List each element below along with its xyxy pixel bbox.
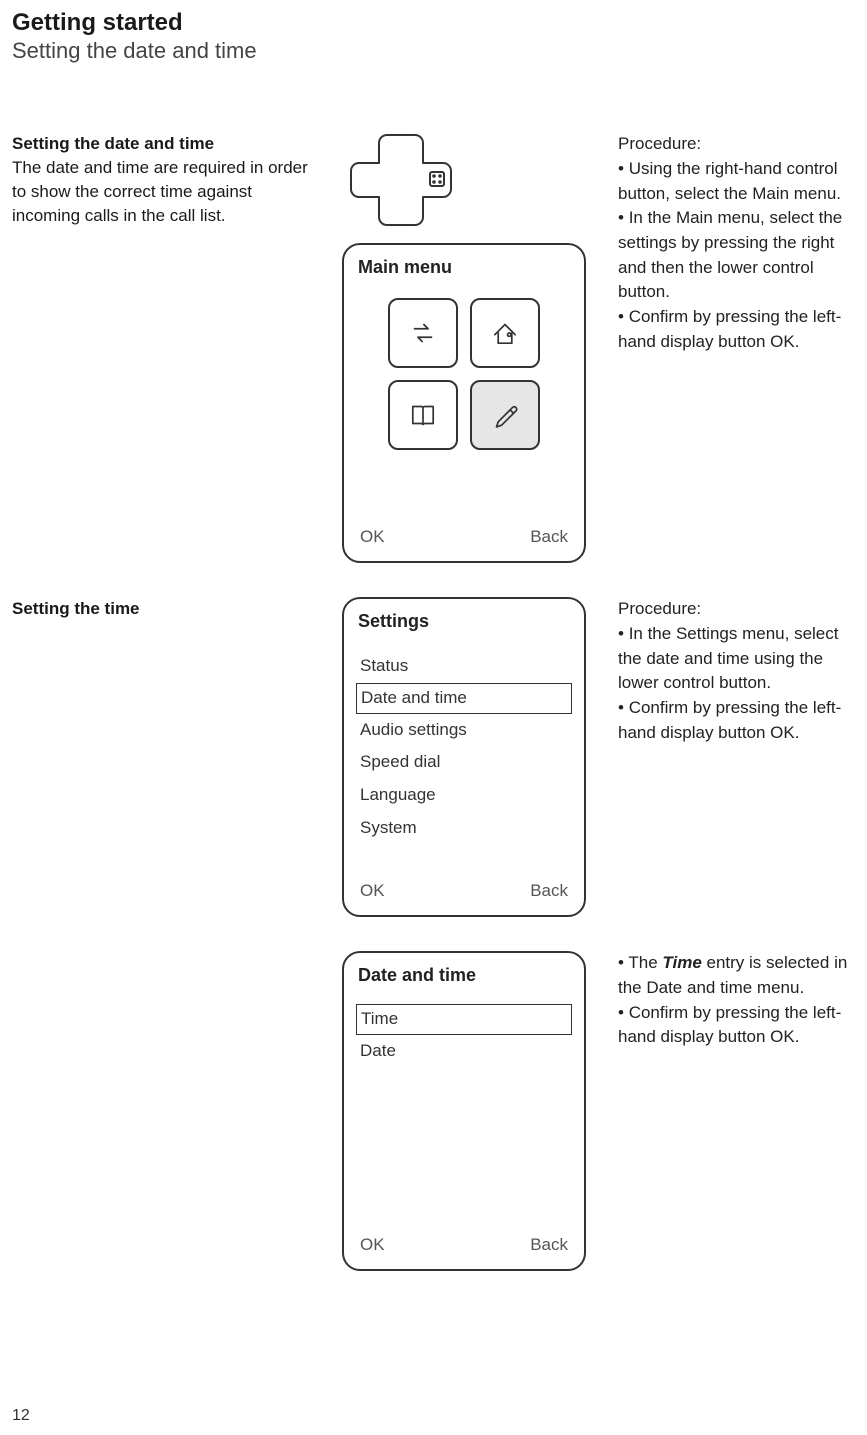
procedure-item: • Confirm by pressing the left-hand disp… (618, 696, 855, 745)
procedure-item: • The Time entry is selected in the Date… (618, 951, 855, 1000)
softkey-back: Back (530, 1235, 568, 1255)
procedure-label: Procedure: (618, 132, 855, 157)
menu-item: Date (358, 1035, 570, 1068)
procedure-item: • Confirm by pressing the left-hand disp… (618, 305, 855, 354)
softkey-ok: OK (360, 527, 385, 547)
procedure-item: • Confirm by pressing the left-hand disp… (618, 1001, 855, 1050)
screen-date-and-time: Date and time Time Date OK Back (342, 951, 586, 1271)
tile-book-icon (388, 380, 458, 450)
section-heading: Setting the time (12, 597, 312, 621)
softkey-ok: OK (360, 1235, 385, 1255)
menu-item: Speed dial (358, 746, 570, 779)
section-setting-date-time: Setting the date and time The date and t… (12, 132, 855, 563)
screen-settings: Settings Status Date and time Audio sett… (342, 597, 586, 917)
menu-item: Audio settings (358, 714, 570, 747)
procedure-item: • Using the right-hand control button, s… (618, 157, 855, 206)
page-number: 12 (12, 1407, 30, 1425)
screen-main-menu: Main menu (342, 243, 586, 563)
page-subtitle: Setting the date and time (12, 38, 855, 64)
screen-title: Date and time (358, 965, 570, 986)
page-title: Getting started (12, 10, 855, 36)
softkey-back: Back (530, 881, 568, 901)
screen-title: Main menu (358, 257, 570, 278)
section-heading: Setting the date and time (12, 132, 312, 156)
screen-title: Settings (358, 611, 570, 632)
softkey-back: Back (530, 527, 568, 547)
procedure-item: • In the Main menu, select the settings … (618, 206, 855, 305)
menu-item: Language (358, 779, 570, 812)
tile-settings-icon (470, 380, 540, 450)
tile-swap-icon (388, 298, 458, 368)
tile-home-icon (470, 298, 540, 368)
section-date-and-time: Date and time Time Date OK Back • The Ti… (12, 951, 855, 1271)
section-body: The date and time are required in order … (12, 156, 312, 227)
menu-item-selected: Time (356, 1004, 572, 1035)
procedure-label: Procedure: (618, 597, 855, 622)
menu-item-selected: Date and time (356, 683, 572, 714)
softkey-ok: OK (360, 881, 385, 901)
menu-item: Status (358, 650, 570, 683)
menu-item: System (358, 812, 570, 845)
procedure-item: • In the Settings menu, select the date … (618, 622, 855, 696)
dpad-illustration (342, 132, 462, 227)
section-setting-time: Setting the time Settings Status Date an… (12, 597, 855, 917)
